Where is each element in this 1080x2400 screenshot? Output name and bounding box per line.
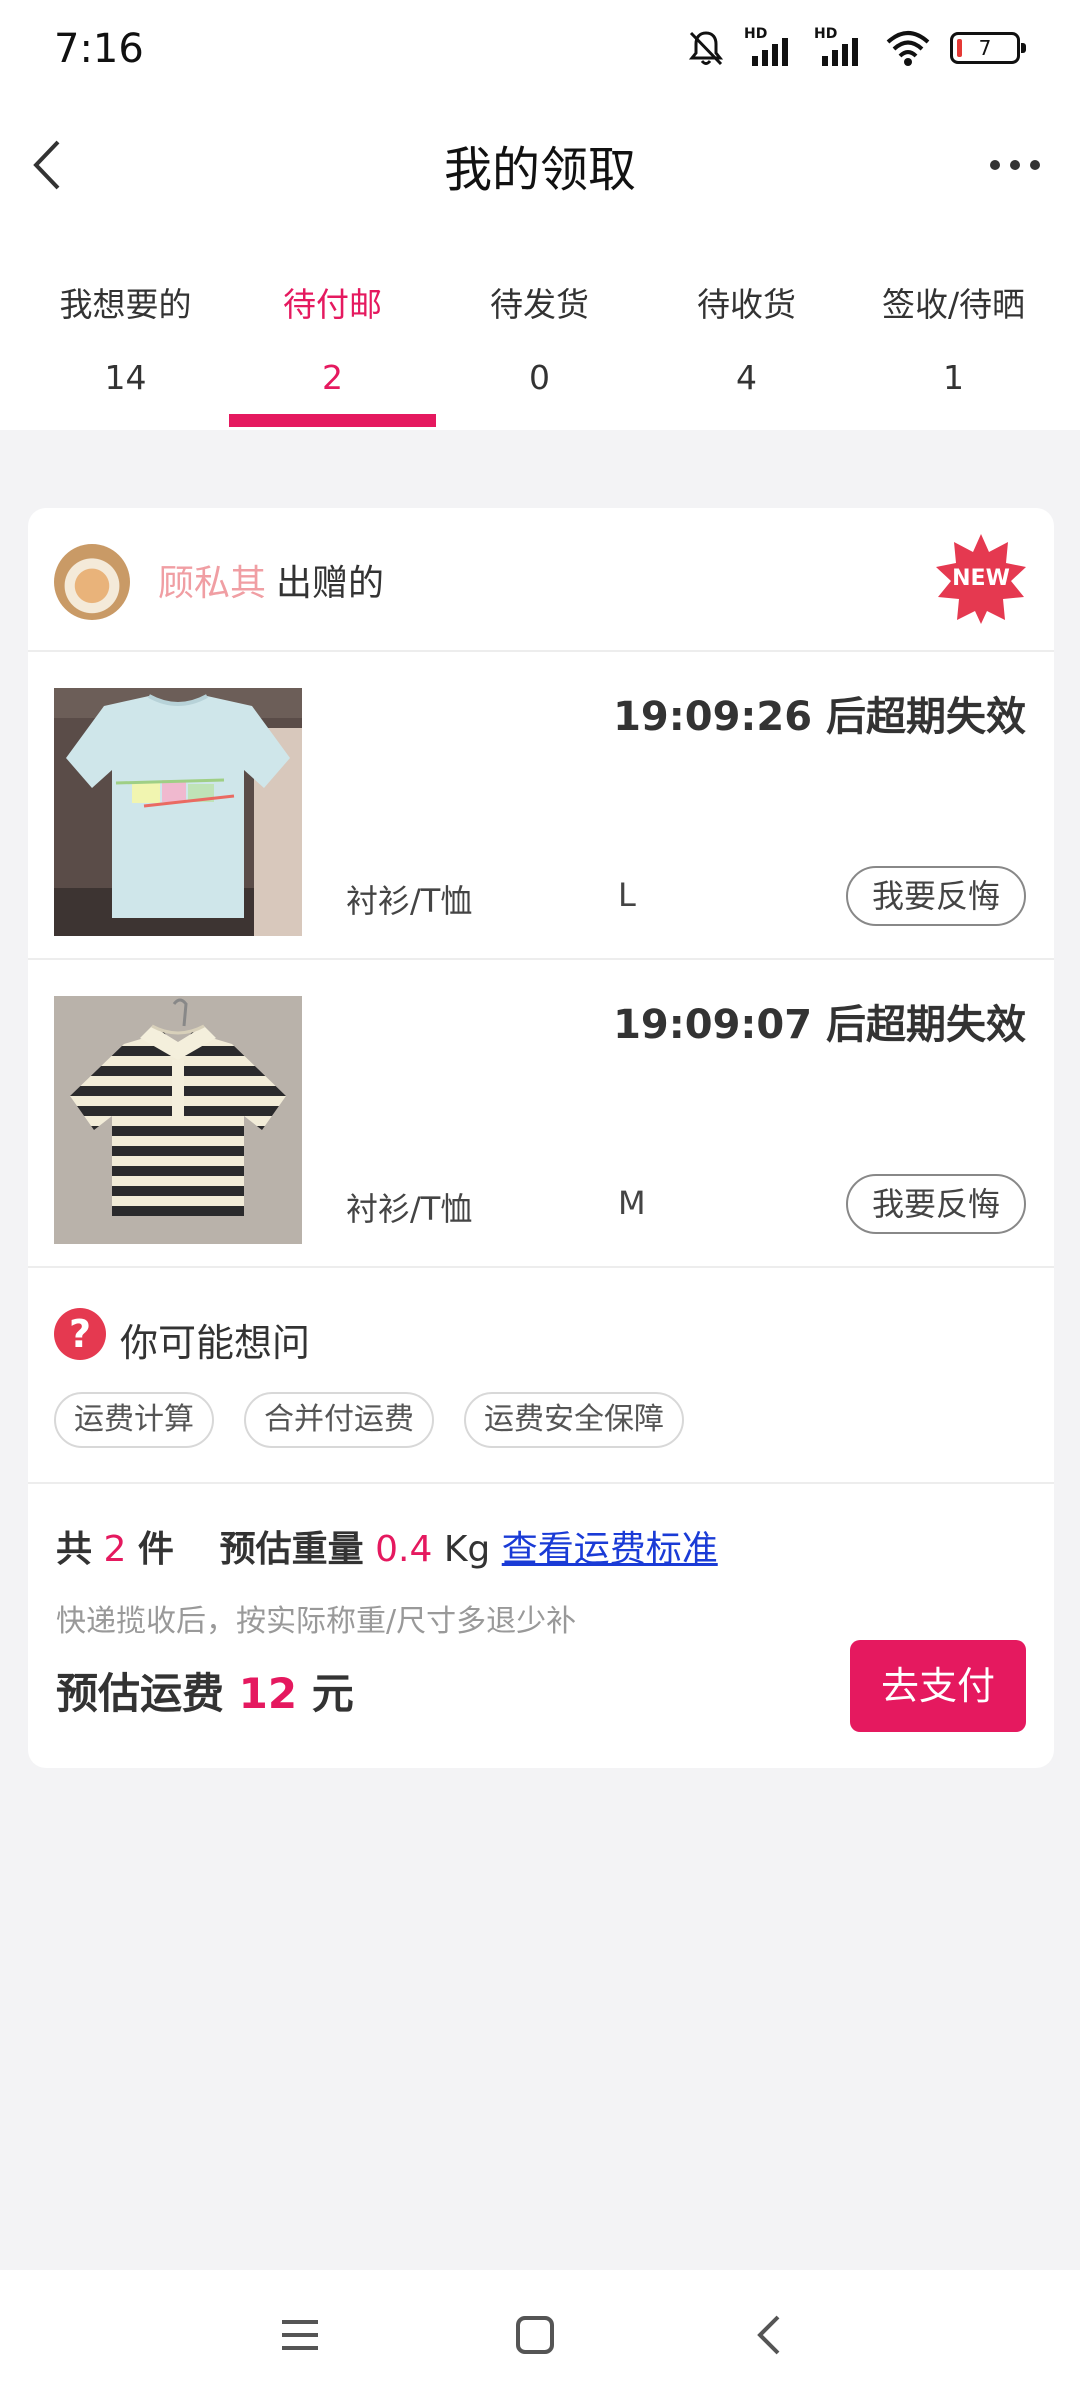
battery-icon: 7: [950, 32, 1026, 64]
tab-pending-postage[interactable]: 待付邮 2: [229, 240, 436, 430]
faq-section: ? 你可能想问 运费计算 合并付运费 运费安全保障: [28, 1268, 1054, 1484]
faq-chip-shipping-protection[interactable]: 运费安全保障: [464, 1392, 684, 1448]
tab-count: 0: [529, 358, 550, 397]
wifi-icon: [886, 31, 930, 66]
new-badge: NEW: [934, 532, 1028, 626]
item-category: 衬衫/T恤: [346, 1190, 473, 1228]
fee-line: 预估运费 12 元: [56, 1660, 354, 1721]
donor-suffix: 出赠的: [276, 563, 385, 604]
system-nav-bar: [0, 2270, 1080, 2400]
tab-signed-review[interactable]: 签收/待晒 1: [850, 240, 1057, 430]
expiry-countdown: 19:09:07 后超期失效: [613, 1002, 1026, 1048]
total-count: 2: [103, 1529, 127, 1570]
signal-icon: HD: [814, 26, 866, 68]
app-header: 我的领取: [0, 100, 1080, 240]
item-image[interactable]: [54, 996, 302, 1244]
weight-label: 预估重量: [219, 1529, 364, 1570]
total-unit: 件: [137, 1529, 174, 1570]
recent-apps-button[interactable]: [265, 2300, 335, 2370]
signal-icon: HD: [744, 26, 796, 68]
tab-label: 待付邮: [283, 285, 382, 324]
status-bar: 7:16 HD HD 7: [0, 0, 1080, 100]
order-card: 顾私其 出赠的 NEW 19:09:26 后超期失效 衬衫/T恤 L 我要反悔 …: [28, 508, 1054, 1768]
new-badge-label: NEW: [952, 566, 1010, 591]
faq-title: 你可能想问: [120, 1321, 311, 1365]
fee-unit: 元: [311, 1669, 354, 1718]
more-button[interactable]: [980, 140, 1050, 190]
avatar[interactable]: [54, 544, 130, 620]
faq-chip-combine-shipping[interactable]: 合并付运费: [244, 1392, 434, 1448]
tab-label: 待收货: [697, 285, 796, 324]
total-line: 共 2 件 预估重量 0.4 Kg 查看运费标准: [56, 1520, 718, 1572]
tab-count: 14: [104, 358, 147, 397]
tab-pending-shipment[interactable]: 待发货 0: [436, 240, 643, 430]
menu-icon: [282, 2320, 318, 2350]
expiry-countdown: 19:09:26 后超期失效: [613, 694, 1026, 740]
tab-count: 2: [322, 358, 343, 397]
donor-row[interactable]: 顾私其 出赠的 NEW: [28, 508, 1054, 652]
battery-level: 7: [978, 36, 992, 60]
status-icons: HD HD 7: [686, 26, 1026, 68]
fee-label: 预估运费: [56, 1669, 225, 1718]
faq-chip-shipping-calc[interactable]: 运费计算: [54, 1392, 214, 1448]
tab-count: 4: [736, 358, 757, 397]
donor-text: 顾私其 出赠的: [158, 554, 384, 606]
total-prefix: 共: [56, 1529, 93, 1570]
payment-summary: 共 2 件 预估重量 0.4 Kg 查看运费标准 快递揽收后，按实际称重/尺寸多…: [28, 1484, 1054, 1768]
shipping-hint: 快递揽收后，按实际称重/尺寸多退少补: [56, 1604, 577, 1639]
regret-button[interactable]: 我要反悔: [846, 866, 1026, 926]
tab-want[interactable]: 我想要的 14: [22, 240, 229, 430]
tab-pending-receipt[interactable]: 待收货 4: [643, 240, 850, 430]
item-size: L: [618, 876, 636, 914]
tab-active-indicator: [229, 414, 436, 427]
tab-count: 1: [943, 358, 964, 397]
tab-label: 签收/待晒: [881, 285, 1026, 324]
tab-label: 我想要的: [59, 285, 192, 324]
item-size: M: [618, 1184, 646, 1222]
donor-name[interactable]: 顾私其: [158, 563, 266, 604]
tab-label: 待发货: [490, 285, 589, 324]
regret-button[interactable]: 我要反悔: [846, 1174, 1026, 1234]
item-image[interactable]: [54, 688, 302, 936]
item-category: 衬衫/T恤: [346, 882, 473, 920]
system-back-button[interactable]: [735, 2300, 805, 2370]
list-item[interactable]: 19:09:26 后超期失效 衬衫/T恤 L 我要反悔: [28, 652, 1054, 960]
home-button[interactable]: [500, 2300, 570, 2370]
weight-unit: Kg: [443, 1529, 491, 1570]
home-square-icon: [516, 2316, 554, 2354]
pay-button[interactable]: 去支付: [850, 1640, 1026, 1732]
faq-chips: 运费计算 合并付运费 运费安全保障: [54, 1392, 684, 1448]
status-time: 7:16: [54, 26, 144, 72]
weight-value: 0.4: [375, 1529, 433, 1570]
more-dots-icon: [990, 160, 1000, 170]
mute-bell-icon: [688, 31, 724, 66]
shipping-standard-link[interactable]: 查看运费标准: [502, 1529, 718, 1570]
list-item[interactable]: 19:09:07 后超期失效 衬衫/T恤 M 我要反悔: [28, 960, 1054, 1268]
question-icon: ?: [54, 1308, 106, 1360]
status-tabs: 我想要的 14 待付邮 2 待发货 0 待收货 4 签收/待晒 1: [0, 240, 1080, 430]
page-title: 我的领取: [443, 142, 636, 198]
fee-value: 12: [238, 1669, 298, 1718]
back-icon: [757, 2315, 780, 2355]
